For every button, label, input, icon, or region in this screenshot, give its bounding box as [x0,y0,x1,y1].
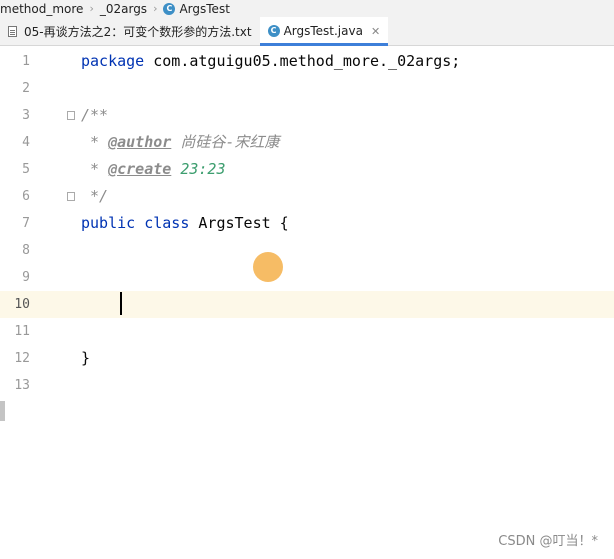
code-line: 12 } [0,345,614,372]
breadcrumb-item-package[interactable]: _02args [100,2,147,16]
chevron-right-icon: › [153,2,158,15]
line-number: 6 [22,189,30,204]
code-line: 9 [0,264,614,291]
tab-label: 05-再谈方法之2：可变个数形参的方法.txt [24,24,252,39]
code-line: 11 [0,318,614,345]
line-number: 5 [22,162,30,177]
code-text: package com.atguigu05.method_more._02arg… [81,52,461,70]
code-text: * @author 尚硅谷-宋红康 [81,133,280,151]
tab-label: ArgsTest.java [283,24,363,38]
breadcrumb: method_more › _02args › C ArgsTest [0,0,614,17]
code-line: 2 [0,75,614,102]
code-line: 3 /** [0,102,614,129]
java-class-icon: C [163,2,176,15]
line-number: 2 [22,81,30,96]
code-text: * @create 23:23 [81,160,226,178]
code-text: /** [81,106,109,124]
code-text: } [81,349,91,367]
line-number: 9 [22,270,30,285]
line-number: 7 [22,216,30,231]
code-line: 4 * @author 尚硅谷-宋红康 [0,129,614,156]
line-number: 11 [14,324,30,339]
text-caret [120,292,122,315]
text-file-icon [8,25,17,37]
code-line: 7 public class ArgsTest { [0,210,614,237]
line-number: 4 [22,135,30,150]
code-line: 8 [0,237,614,264]
breadcrumb-item-class[interactable]: C ArgsTest [163,2,230,16]
line-number: 3 [22,108,30,123]
editor-tab-bar: 05-再谈方法之2：可变个数形参的方法.txt C ArgsTest.java … [0,17,614,46]
mouse-pointer-highlight [253,252,283,282]
tab-argstest-java[interactable]: C ArgsTest.java ✕ [259,17,389,46]
watermark: CSDN @叮当！* [498,534,598,549]
fold-toggle-icon[interactable] [67,111,75,120]
line-number: 12 [14,351,30,366]
code-line: 6 */ [0,183,614,210]
fold-toggle-icon[interactable] [67,192,75,201]
code-text: */ [81,187,109,205]
tab-txt-file[interactable]: 05-再谈方法之2：可变个数形参的方法.txt [0,17,260,45]
line-number: 8 [22,243,30,258]
current-code-line: 10 [0,291,614,318]
code-line: 1 package com.atguigu05.method_more._02a… [0,48,614,75]
code-editor[interactable]: 1 package com.atguigu05.method_more._02a… [0,46,614,559]
code-line: 5 * @create 23:23 [0,156,614,183]
close-icon[interactable]: ✕ [371,25,380,38]
line-number: 10 [14,297,30,312]
code-line: 13 [0,372,614,399]
chevron-right-icon: › [89,2,94,15]
code-text: public class ArgsTest { [81,214,289,232]
scrollbar-thumb[interactable] [0,401,5,421]
line-number: 13 [14,378,30,393]
java-class-icon: C [267,25,280,37]
breadcrumb-item-method-more[interactable]: method_more [0,2,83,16]
line-number: 1 [22,54,30,69]
